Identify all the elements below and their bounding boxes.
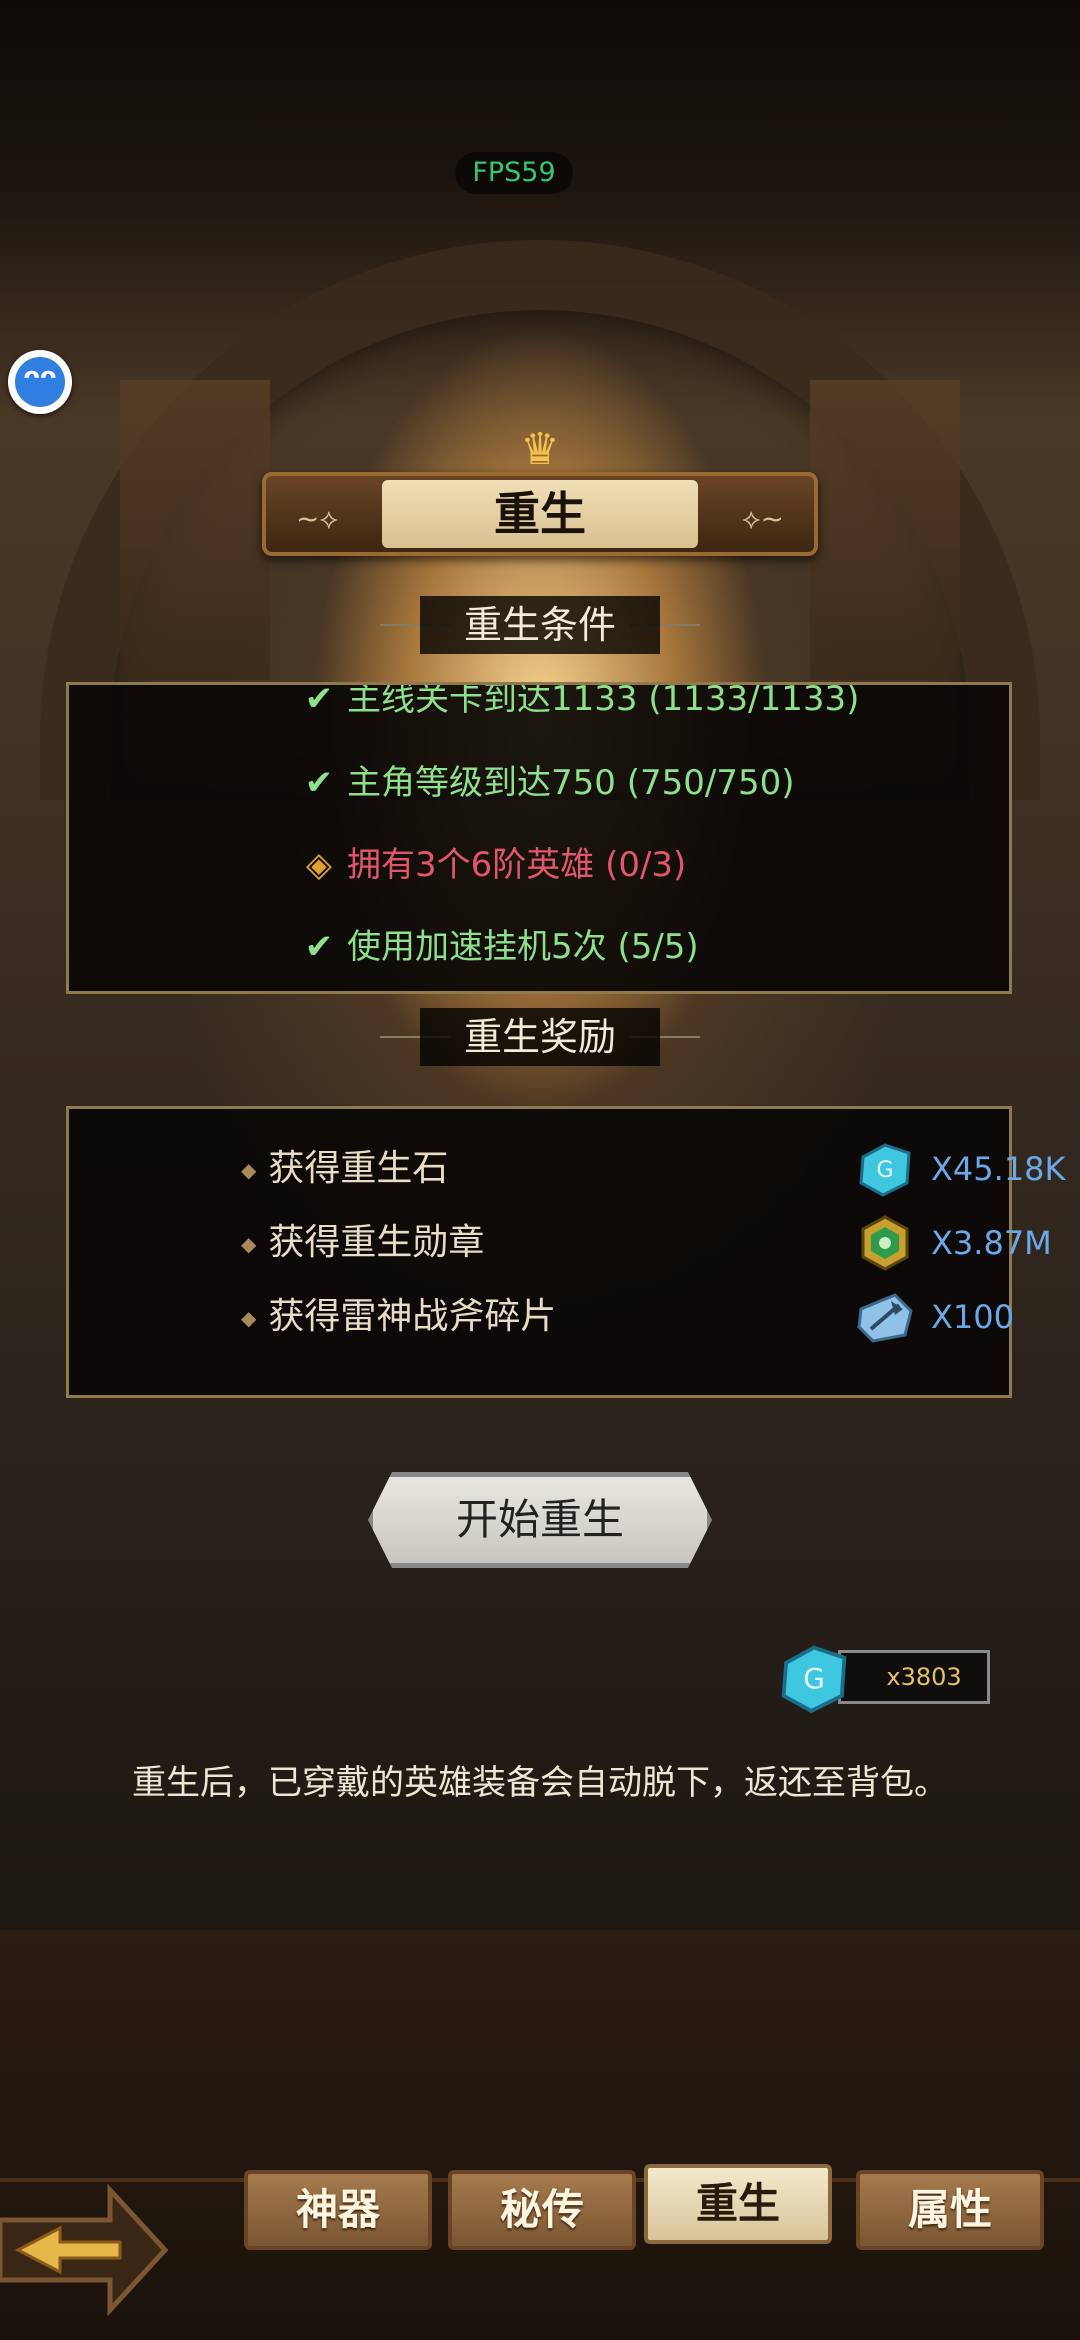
right-ornament-icon: ⟡~ <box>742 502 784 535</box>
conditions-section-header: 重生条件 <box>380 596 700 654</box>
bullet-icon: ◆ <box>241 1158 257 1182</box>
rebirth-cost-amount: x3803 <box>838 1650 990 1704</box>
svg-text:G: G <box>876 1158 893 1183</box>
check-icon: ✔ <box>304 682 334 719</box>
list-item: ◆ 获得重生石 <box>241 1148 449 1189</box>
bullet-icon: ◆ <box>241 1232 257 1256</box>
start-rebirth-label: 开始重生 <box>455 1495 624 1544</box>
diamond-icon: ◈ <box>305 845 333 885</box>
list-item: ◆ 获得雷神战斧碎片 <box>241 1296 557 1337</box>
left-ornament-icon: ~⟡ <box>296 502 338 535</box>
conditions-section-title: 重生条件 <box>420 596 660 654</box>
svg-text:G: G <box>803 1662 825 1695</box>
crown-icon: ♛ <box>520 424 560 475</box>
list-item: ✔ 使用加速挂机5次 (5/5) <box>299 917 699 977</box>
list-item: ◆ 获得重生勋章 <box>241 1222 485 1263</box>
rebirth-stone-icon: G <box>781 1645 847 1714</box>
conditions-list[interactable]: ✔ 主线关卡到达1133 (1133/1133) ✔ 主角等级到达750 (750/… <box>66 682 1012 994</box>
rebirth-note: 重生后，已穿戴的英雄装备会自动脱下，返还至背包。 <box>132 1763 948 1803</box>
list-item: ✔ 主线关卡到达1133 (1133/1133) <box>299 682 860 729</box>
tab-attributes[interactable]: 属性 <box>856 2170 1044 2250</box>
tab-rebirth[interactable]: 重生 <box>644 2164 832 2244</box>
rebirth-medal-icon[interactable] <box>855 1213 915 1273</box>
check-icon: ✔ <box>304 763 334 803</box>
left-banner-decoration <box>120 380 270 680</box>
back-button[interactable] <box>0 2180 170 2320</box>
face-icon: ᴖᴖ <box>23 362 57 390</box>
reward-amount: X3.87M <box>931 1224 1052 1262</box>
rewards-section-title: 重生奖励 <box>420 1008 660 1066</box>
tab-artifact[interactable]: 神器 <box>244 2170 432 2250</box>
tab-secret-arts[interactable]: 秘传 <box>448 2170 636 2250</box>
fps-counter: FPS59 <box>455 152 573 194</box>
bullet-icon: ◆ <box>241 1306 257 1330</box>
rewards-section-header: 重生奖励 <box>380 1008 700 1066</box>
page-title-banner: ~⟡ ⟡~ ♛ 重生 <box>262 428 818 560</box>
rebirth-stone-icon[interactable]: G <box>855 1139 915 1199</box>
start-rebirth-button[interactable]: 开始重生 <box>368 1472 712 1568</box>
page-title: 重生 <box>494 487 586 541</box>
reward-amount: X45.18K <box>931 1150 1066 1188</box>
thunder-axe-fragment-icon[interactable] <box>855 1287 915 1347</box>
rewards-panel: ◆ 获得重生石 G X45.18K ◆ 获得重生勋章 X3.87M ◆ 获得雷神战斧碎… <box>66 1106 1066 1398</box>
reward-amount: X100 <box>931 1298 1014 1336</box>
right-banner-decoration <box>810 380 960 680</box>
check-icon: ✔ <box>304 927 334 967</box>
floating-assistant-button[interactable]: ᴖᴖ <box>8 350 72 414</box>
list-item: ✔ 主角等级到达750 (750/750) <box>299 753 795 813</box>
list-item: ◈ 拥有3个6阶英雄 (0/3) <box>299 835 686 895</box>
